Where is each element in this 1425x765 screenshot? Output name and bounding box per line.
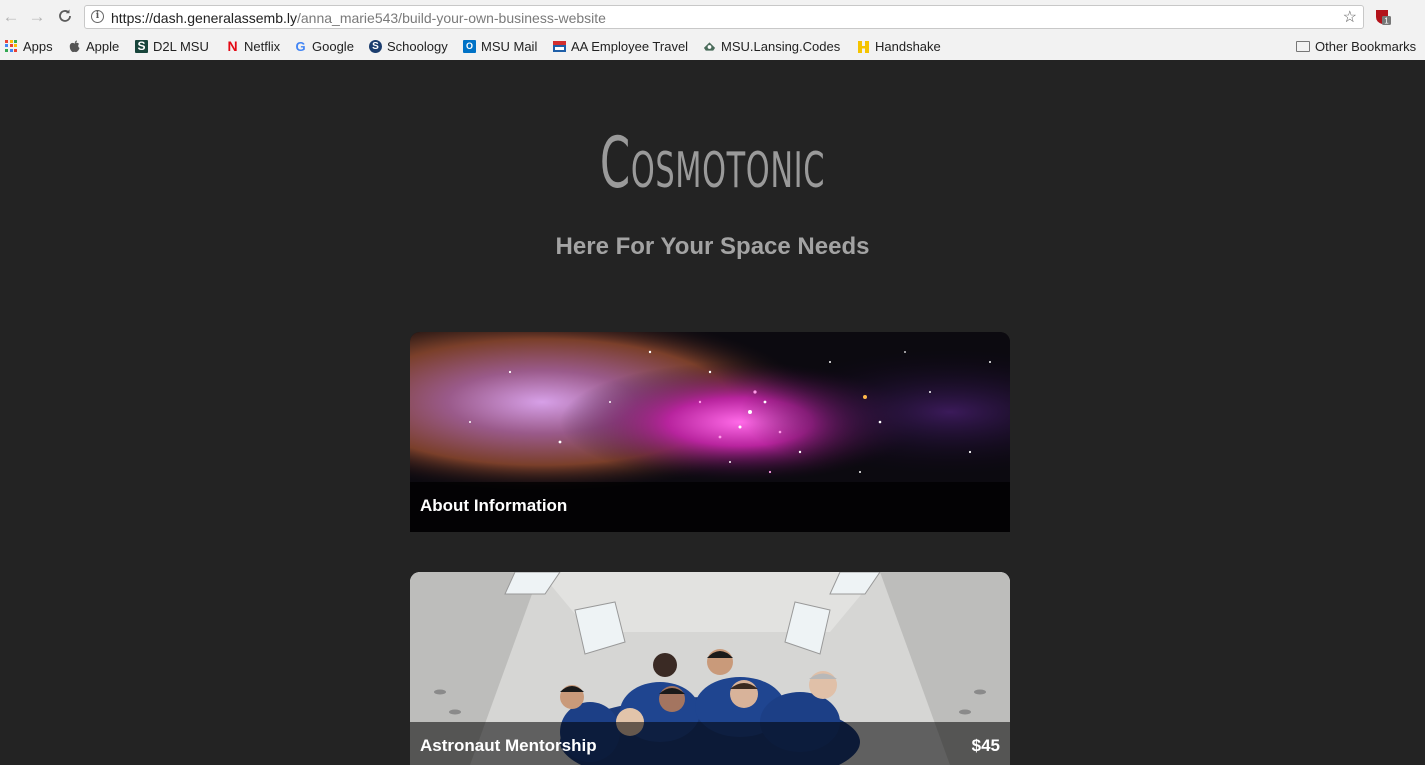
apple-icon [69,40,80,52]
other-bookmarks-label: Other Bookmarks [1315,38,1417,54]
site-tagline: Here For Your Space Needs [555,233,870,260]
card-caption: Astronaut Mentorship $45 [410,722,1010,765]
outlook-icon: O [463,39,476,53]
info-icon[interactable]: i [91,10,104,23]
bookmark-label: MSU Mail [481,38,538,54]
card-title: Astronaut Mentorship [420,736,597,755]
bookmark-label: Google [312,38,354,54]
browser-chrome: ← → i https://dash.generalassemb.ly/anna… [0,0,1425,61]
browser-toolbar: ← → i https://dash.generalassemb.ly/anna… [0,0,1425,34]
bookmark-label: Handshake [875,38,941,54]
msu-codes-icon [703,41,716,51]
apps-grid-icon [5,39,18,53]
bookmark-label: AA Employee Travel [571,38,689,54]
bookmark-handshake[interactable]: Handshake [857,38,941,54]
reload-icon[interactable] [56,8,74,26]
url-text: https://dash.generalassemb.ly/anna_marie… [111,10,606,26]
forward-arrow-icon[interactable]: → [28,8,46,26]
about-information-card[interactable]: About Information [410,332,1010,532]
bookmark-label: D2L MSU [153,38,209,54]
other-bookmarks[interactable]: Other Bookmarks [1296,38,1416,54]
bookmark-star-icon[interactable]: ☆ [1343,7,1357,27]
bookmark-netflix[interactable]: N Netflix [226,38,280,54]
folder-icon [1296,40,1310,52]
bookmark-label: Netflix [244,38,281,54]
bookmark-google[interactable]: G Google [294,38,354,54]
extension-shield-icon[interactable]: 1 [1374,8,1391,26]
bookmark-msu-lansing-codes[interactable]: MSU.Lansing.Codes [703,38,840,54]
bookmark-label: Schoology [387,38,448,54]
bookmark-apps[interactable]: Apps [5,38,53,54]
bookmark-schoology[interactable]: S Schoology [369,38,448,54]
google-icon: G [295,38,306,54]
netflix-icon: N [227,37,238,54]
bookmark-d2l-msu[interactable]: S D2L MSU [135,38,209,54]
back-arrow-icon[interactable]: ← [2,8,20,26]
website-page: Cosmotonic Here For Your Space Needs Abo… [0,60,1425,765]
astronaut-mentorship-card[interactable]: Astronaut Mentorship $45 [410,572,1010,765]
extension-badge: 1 [1384,17,1389,26]
url-path: /anna_marie543/build-your-own-business-w… [297,10,606,26]
bookmark-label: MSU.Lansing.Codes [721,38,841,54]
msu-s-icon: S [135,39,148,53]
bookmarks-bar: Apps Apple S D2L MSU N Netflix G Google … [0,34,1425,58]
schoology-icon: S [369,39,382,53]
bookmark-msu-mail[interactable]: O MSU Mail [463,38,537,54]
site-logo[interactable]: Cosmotonic [271,128,1155,198]
handshake-icon [858,40,869,53]
card-caption: About Information [410,482,1010,532]
bookmark-label: Apps [23,38,53,54]
card-title: About Information [420,496,568,515]
bookmark-aa-employee-travel[interactable]: AA Employee Travel [553,38,688,54]
aa-icon [553,40,566,52]
address-bar[interactable]: i https://dash.generalassemb.ly/anna_mar… [84,5,1364,29]
card-price: $45 [971,736,1000,755]
bookmark-label: Apple [86,38,120,54]
bookmark-apple[interactable]: Apple [68,38,119,54]
url-host: https://dash.generalassemb.ly [111,10,297,26]
